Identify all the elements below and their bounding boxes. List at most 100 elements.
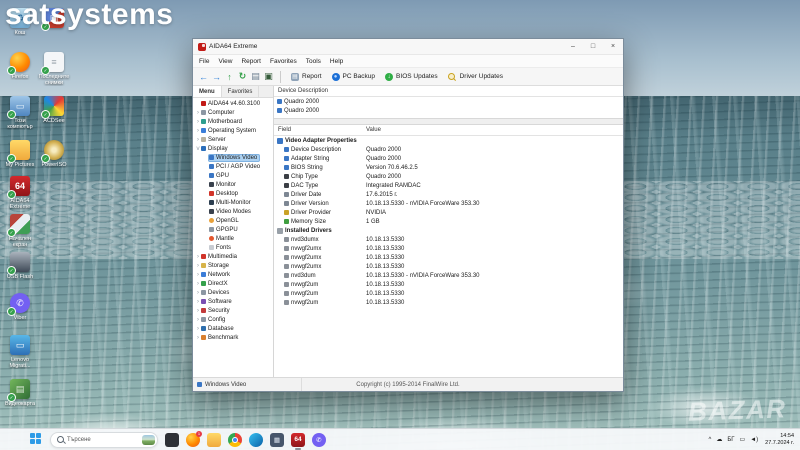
toolbar-driver-updates-button[interactable]: Driver Updates — [443, 70, 508, 84]
desktop-icon-poweriso[interactable]: ✓ PowerISO — [37, 140, 71, 168]
desktop-icon-aida64[interactable]: 64 ✓ AIDA64 Extreme — [3, 176, 37, 210]
tree-item-multi-monitor[interactable]: Multi-Monitor — [193, 198, 273, 207]
taskbar-viber-button[interactable]: ✆ — [312, 432, 326, 447]
tab-menu[interactable]: Menu — [193, 86, 222, 97]
tree-item-opengl[interactable]: OpenGL — [193, 216, 273, 225]
desktop-icon-usb-flash[interactable]: ✓ USB Flash — [3, 252, 37, 280]
tree-item-storage[interactable]: › Storage — [193, 261, 273, 270]
panel-splitter[interactable] — [274, 118, 623, 125]
taskbar-task-view-button[interactable] — [165, 432, 179, 447]
tree-item-display[interactable]: v Display — [193, 144, 273, 153]
tray-language-icon[interactable]: БГ — [727, 437, 734, 443]
toolbar-back-icon[interactable]: ← — [197, 72, 210, 82]
tab-favorites[interactable]: Favorites — [222, 86, 260, 97]
tree-item-video-modes[interactable]: Video Modes — [193, 207, 273, 216]
desktop-icon-lenovo-migration[interactable]: ▭ Lenovo Migrati... — [3, 335, 37, 369]
field-group-installed-drivers[interactable]: Installed Drivers — [274, 226, 623, 235]
tree-item-config[interactable]: › Config — [193, 315, 273, 324]
field-row-nvwgf2umx[interactable]: nvwgf2umx 10.18.13.5330 — [274, 244, 623, 253]
desktop-icon-my-pictures[interactable]: ✓ My Pictures — [3, 140, 37, 168]
tree-item-network[interactable]: › Network — [193, 270, 273, 279]
tray-volume-icon[interactable]: ◄) — [750, 437, 758, 443]
tree-item-operating-system[interactable]: › Operating System — [193, 126, 273, 135]
taskbar-calculator-button[interactable]: ▦ — [270, 432, 284, 447]
tray-network-icon[interactable]: ▭ — [740, 436, 746, 443]
desktop-icon-recent-photos[interactable]: ≡ ✓ Последните снимки — [37, 52, 71, 86]
tree-item-benchmark[interactable]: › Benchmark — [193, 333, 273, 342]
toolbar-pc-backup-button[interactable]: ● PC Backup — [327, 70, 381, 84]
tree-item-directx[interactable]: › DirectX — [193, 279, 273, 288]
menu-tools[interactable]: Tools — [306, 58, 321, 65]
field-row-nvwgf2um[interactable]: nvwgf2um 10.18.13.5330 — [274, 280, 623, 289]
tree-item-aida64-v4-60-3100[interactable]: AIDA64 v4.60.3100 — [193, 99, 273, 108]
field-row-nvwgf2um[interactable]: nvwgf2um 10.18.13.5330 — [274, 289, 623, 298]
tree-item-mantle[interactable]: Mantle — [193, 234, 273, 243]
tray-onedrive-icon[interactable]: ☁ — [716, 436, 722, 443]
desktop-icon-acdsee[interactable]: ✓ ACDSee — [37, 96, 71, 124]
taskbar-file-explorer-button[interactable] — [207, 432, 221, 447]
field-row-device-description[interactable]: Device Description Quadro 2000 — [274, 145, 623, 154]
field-row-driver-version[interactable]: Driver Version 10.18.13.5330 - nVIDIA For… — [274, 199, 623, 208]
tree-item-multimedia[interactable]: › Multimedia — [193, 252, 273, 261]
maximize-button[interactable]: □ — [583, 39, 603, 54]
field-row-adapter-string[interactable]: Adapter String Quadro 2000 — [274, 154, 623, 163]
menu-favorites[interactable]: Favorites — [270, 58, 297, 65]
desktop-icon-videocard-test[interactable]: ▤ ✓ Видеокарта — [3, 379, 37, 407]
tree-item-windows-video[interactable]: Windows Video — [193, 153, 273, 162]
field-row-memory-size[interactable]: Memory Size 1 GB — [274, 217, 623, 226]
tree-item-pci-agp-video[interactable]: PCI / AGP Video — [193, 162, 273, 171]
menu-view[interactable]: View — [218, 58, 232, 65]
device-row[interactable]: Quadro 2000 — [274, 97, 623, 106]
field-row-nvd3dum[interactable]: nvd3dum 10.18.13.5330 - nVIDIA ForceWare … — [274, 271, 623, 280]
taskbar-clock[interactable]: 14:54 27.7.2024 г. — [765, 433, 794, 446]
menu-file[interactable]: File — [199, 58, 209, 65]
field-row-chip-type[interactable]: Chip Type Quadro 2000 — [274, 172, 623, 181]
field-row-nvd3dumx[interactable]: nvd3dumx 10.18.13.5330 — [274, 235, 623, 244]
toolbar-display-info-icon[interactable]: ▣ — [262, 71, 275, 82]
toolbar-bios-updates-button[interactable]: ↓ BIOS Updates — [380, 70, 443, 84]
tree-item-database[interactable]: › Database — [193, 324, 273, 333]
minimize-button[interactable]: – — [563, 39, 583, 54]
value-column-header[interactable]: Value — [366, 125, 381, 135]
tree-item-server[interactable]: › Server — [193, 135, 273, 144]
toolbar-report-wizard-icon[interactable]: ▤ — [249, 71, 262, 82]
close-button[interactable]: × — [603, 39, 623, 54]
tree-item-devices[interactable]: › Devices — [193, 288, 273, 297]
field-row-bios-string[interactable]: BIOS String Version 70.6.46.2.5 — [274, 163, 623, 172]
taskbar-search[interactable]: Търсене — [50, 431, 158, 448]
field-row-dac-type[interactable]: DAC Type Integrated RAMDAC — [274, 181, 623, 190]
tree-item-security[interactable]: › Security — [193, 306, 273, 315]
device-description-header[interactable]: Device Description — [274, 86, 623, 97]
menu-help[interactable]: Help — [330, 58, 343, 65]
desktop-icon-viber[interactable]: ✆ ✓ Viber — [3, 293, 37, 321]
taskbar-aida64-button[interactable]: 64 — [291, 432, 305, 450]
toolbar-report-button[interactable]: ▤ Report — [286, 70, 327, 84]
desktop-icon-this-pc[interactable]: ▭ ✓ Този компютър — [3, 96, 37, 130]
toolbar-up-icon[interactable]: ↑ — [223, 72, 236, 82]
taskbar-firefox-button[interactable]: 1 — [186, 430, 202, 447]
field-group-video-adapter-properties[interactable]: Video Adapter Properties — [274, 136, 623, 145]
taskbar-chrome-button[interactable] — [228, 432, 242, 447]
titlebar[interactable]: AIDA64 Extreme – □ × — [193, 39, 623, 55]
desktop-icon-firefox[interactable]: ✓ Firefox — [3, 52, 37, 80]
field-column-header[interactable]: Field — [278, 125, 291, 135]
toolbar-forward-icon[interactable]: → — [210, 72, 223, 82]
tree-item-gpu[interactable]: GPU — [193, 171, 273, 180]
desktop-icon-screenshot-tool[interactable]: ✓ Начален екран — [3, 214, 37, 248]
device-row[interactable]: Quadro 2000 — [274, 106, 623, 115]
field-row-driver-date[interactable]: Driver Date 17.6.2015 г. — [274, 190, 623, 199]
menu-report[interactable]: Report — [241, 58, 261, 65]
tray-tray-expand-icon[interactable]: ^ — [709, 437, 712, 443]
tree-item-motherboard[interactable]: › Motherboard — [193, 117, 273, 126]
field-row-nvwgf2umx[interactable]: nvwgf2umx 10.18.13.5330 — [274, 262, 623, 271]
tree-item-software[interactable]: › Software — [193, 297, 273, 306]
tree-item-monitor[interactable]: Monitor — [193, 180, 273, 189]
start-button[interactable] — [30, 433, 43, 446]
tree-item-fonts[interactable]: Fonts — [193, 243, 273, 252]
tree-item-desktop[interactable]: Desktop — [193, 189, 273, 198]
field-row-driver-provider[interactable]: Driver Provider NVIDIA — [274, 208, 623, 217]
toolbar-refresh-icon[interactable]: ↻ — [236, 71, 249, 82]
field-row-nvwgf2umx[interactable]: nvwgf2umx 10.18.13.5330 — [274, 253, 623, 262]
taskbar-edge-button[interactable] — [249, 432, 263, 447]
tree-item-computer[interactable]: › Computer — [193, 108, 273, 117]
